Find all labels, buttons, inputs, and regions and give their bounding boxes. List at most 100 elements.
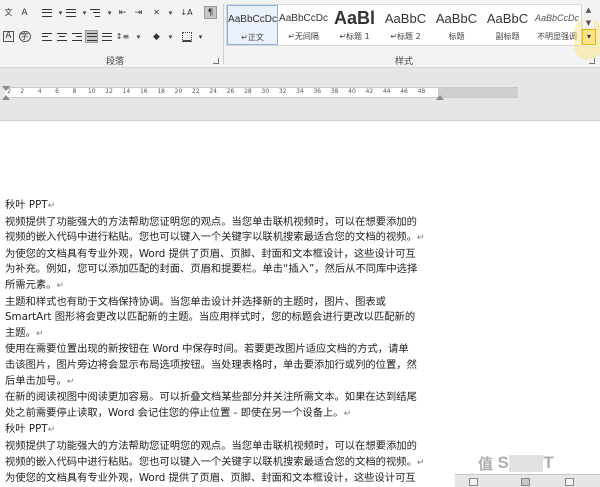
web-layout-icon[interactable] [565,478,574,486]
shading-button[interactable]: ◆ [150,30,163,43]
document-line[interactable]: 主题。↵ [5,326,445,343]
style-preview: AaBbC [384,10,427,26]
styles-dialog-launcher[interactable] [589,58,595,64]
multilevel-list-dropdown[interactable]: ▾ [103,6,116,19]
bullets-button[interactable] [40,6,53,19]
ruler-tick-label: 14 [122,88,131,95]
decrease-indent-icon: ⇤ [118,7,127,18]
character-border-button[interactable]: A [2,30,15,43]
style-name: 标题 [448,32,465,41]
align-center-button[interactable] [55,30,68,43]
borders-button[interactable] [180,30,193,43]
line-text: 主题。 [5,326,36,339]
document-page[interactable]: 秋叶 PPT↵ 视频提供了功能强大的方法帮助您证明您的观点。当您单击联机视频时，可… [0,120,600,487]
watermark-letters: S [497,453,510,472]
ruler-tick-label: 24 [209,88,218,95]
document-line[interactable]: 为使您的文档具有专业外观，Word 提供了页眉、页脚、封面和文本框设计，这些设计… [5,471,445,487]
style-preview: AaBbC [435,10,478,26]
distributed-button[interactable] [100,30,113,43]
paragraph-mark-icon: ↵ [416,457,425,468]
document-line[interactable]: 在新的阅读视图中阅读更加容易。可以折叠文档某些部分并关注所需文本。如果在达到结尾 [5,390,445,406]
line-spacing-icon: ↕≡ [115,32,130,41]
numbered-list-icon [65,8,76,17]
line-text: 所需元素。 [5,278,57,291]
shading-icon: ◆ [153,31,160,42]
left-indent-marker[interactable] [2,95,10,100]
paragraph-dialog-launcher[interactable] [213,58,219,64]
document-line[interactable]: 使用在需要位置出现的新按钮在 Word 中保存时间。若要更改图片适应文档的方式，… [5,342,445,358]
document-line[interactable]: 主题和样式也有助于文档保持协调。当您单击设计并选择新的主题时，图片、图表或 [5,295,445,311]
paragraph-group: 文 A ▾ ▾ ▾ ⇤ ⇥ ✕ ▾ ↓A ¶ A 字 ↕≡ ▾ ◆ ▾ ▾ 段落 [0,0,225,68]
document-line[interactable]: 为使您的文档具有专业外观，Word 提供了页眉、页脚、封面和文本框设计，这些设计… [5,247,445,263]
style-subtitle[interactable]: AaBbC 副标题 [482,5,533,45]
style-normal[interactable]: AaBbCcDc ↵正文 [227,5,278,45]
bulleted-list-icon [41,8,52,17]
line-text: SmartArt 图形将会更改以匹配新的主题。当应用样式时，您的标题会进行更改以… [5,311,416,324]
chevron-down-icon: ▾ [82,8,87,17]
distributed-icon [101,32,112,41]
enclose-character-button[interactable]: 字 [18,30,31,43]
show-marks-button[interactable]: ¶ [204,6,217,19]
watermark-band [509,454,544,472]
multilevel-list-button[interactable] [88,6,101,19]
chevron-down-icon: ▾ [168,8,173,17]
document-line[interactable]: 秋叶 PPT↵ [5,198,445,215]
style-title[interactable]: AaBbC 标题 [431,5,482,45]
align-right-icon [71,32,82,41]
document-line[interactable]: 视频的嵌入代码中进行粘贴。您也可以键入一个关键字以联机搜索最适合您的文档的视频。… [5,230,445,247]
line-spacing-button[interactable]: ↕≡ [116,30,129,43]
style-no-spacing[interactable]: AaBbCcDc ↵无间隔 [278,5,329,45]
style-preview: AaBl [333,7,375,28]
document-line[interactable]: 为补充。例如，您可以添加匹配的封面、页眉和提要栏。单击“插入”，然后从不同库中选… [5,262,445,278]
line-text: 视频提供了功能强大的方法帮助您证明您的观点。当您单击联机视频时，可以在想要添加的 [5,215,417,228]
read-mode-icon[interactable] [469,478,478,486]
document-line[interactable]: 击该图片，图片旁边将会显示布局选项按钮。当处理表格时，单击要添加行或列的位置，然 [5,358,445,374]
line-text: 在新的阅读视图中阅读更加容易。可以折叠文档某些部分并关注所需文本。如果在达到结尾 [5,391,417,404]
paragraph-mark-icon: ↵ [66,376,75,387]
chinese-layout-dropdown[interactable]: ▾ [164,6,177,19]
ruler-tick-label: 40 [348,88,356,95]
numbering-button[interactable] [64,6,77,19]
document-line[interactable]: 视频提供了功能强大的方法帮助您证明您的观点。当您单击联机视频时，可以在想要添加的 [5,439,445,455]
document-line[interactable]: 视频提供了功能强大的方法帮助您证明您的观点。当您单击联机视频时，可以在想要添加的 [5,215,445,231]
line-text: 为补充。例如，您可以添加匹配的封面、页眉和提要栏。单击“插入”，然后从不同库中选… [5,263,418,276]
justify-button[interactable] [85,30,98,43]
borders-dropdown[interactable]: ▾ [194,30,207,43]
clear-format-button[interactable]: A [18,6,31,19]
line-text: 为使您的文档具有专业外观，Word 提供了页眉、页脚、封面和文本框设计，这些设计… [5,472,416,485]
ruler-tick-label: 38 [330,88,339,95]
paragraph-mark-icon: ↵ [47,201,56,211]
shading-dropdown[interactable]: ▾ [164,30,177,43]
enclose-character-icon: 字 [18,31,31,42]
line-text: 视频的嵌入代码中进行粘贴。您也可以键入一个关键字以联机搜索最适合您的文档的视频。 [5,455,417,468]
document-body[interactable]: 秋叶 PPT↵ 视频提供了功能强大的方法帮助您证明您的观点。当您单击联机视频时，可… [5,198,445,487]
ruler-tick-label: 32 [278,88,287,95]
document-line[interactable]: SmartArt 图形将会更改以匹配新的主题。当应用样式时，您的标题会进行更改以… [5,310,445,326]
right-indent-marker[interactable] [436,95,444,100]
line-spacing-dropdown[interactable]: ▾ [132,30,145,43]
document-line[interactable]: 处之前需要停止读取，Word 会记住您的停止位置 - 即使在另一个设备上。↵ [5,406,445,423]
decrease-indent-button[interactable]: ⇤ [116,6,129,19]
more-styles-button[interactable]: ▾ [582,29,596,45]
align-left-button[interactable] [40,30,53,43]
pinyin-guide-button[interactable]: 文 [2,6,15,19]
document-line[interactable]: 所需元素。↵ [5,278,445,295]
align-right-button[interactable] [70,30,83,43]
line-text: 秋叶 PPT [5,423,48,436]
style-heading-1[interactable]: AaBl ↵标题 1 [329,5,380,45]
ribbon: 文 A ▾ ▾ ▾ ⇤ ⇥ ✕ ▾ ↓A ¶ A 字 ↕≡ ▾ ◆ ▾ ▾ 段落… [0,0,600,68]
style-heading-2[interactable]: AaBbC ↵标题 2 [380,5,431,45]
document-line[interactable]: 后单击加号。↵ [5,374,445,391]
watermark: 值 S T [478,452,554,474]
first-line-indent-marker[interactable] [2,86,10,91]
document-line[interactable]: 秋叶 PPT↵ [5,422,445,439]
print-layout-icon[interactable] [521,478,530,486]
line-text: 视频提供了功能强大的方法帮助您证明您的观点。当您单击联机视频时，可以在想要添加的 [5,439,417,452]
style-name: ↵标题 2 [390,32,421,41]
increase-indent-button[interactable]: ⇥ [132,6,145,19]
chevron-down-icon: ▾ [136,32,141,41]
sort-button[interactable]: ↓A [180,6,193,19]
chinese-layout-button[interactable]: ✕ [150,6,163,19]
document-line[interactable]: 视频的嵌入代码中进行粘贴。您也可以键入一个关键字以联机搜索最适合您的文档的视频。… [5,455,445,472]
scroll-up-icon[interactable]: ▲ [583,4,594,17]
